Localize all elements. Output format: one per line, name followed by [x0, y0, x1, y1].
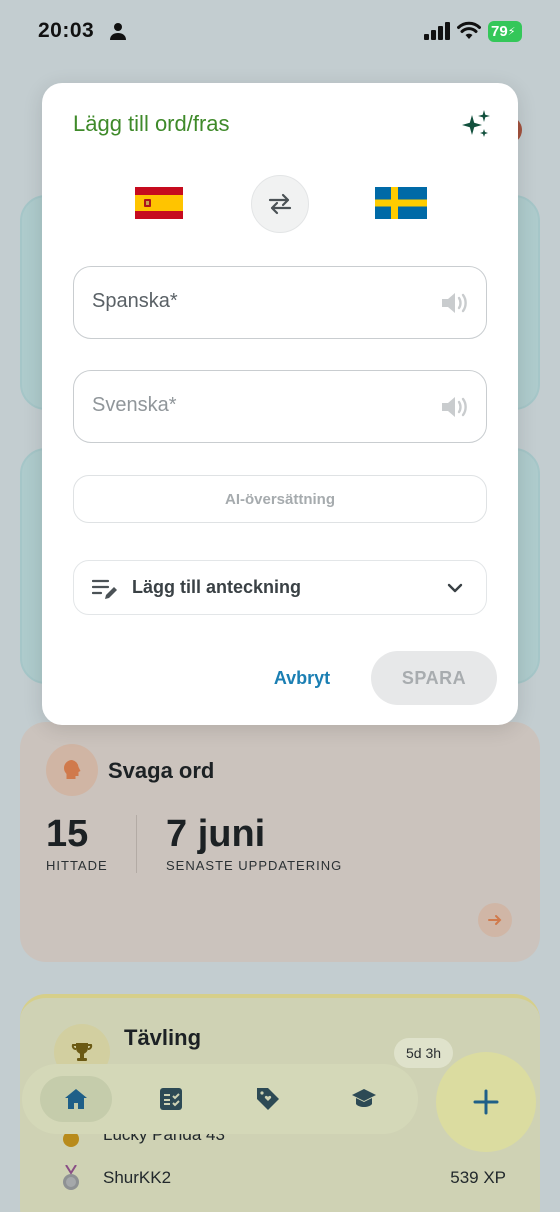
spanish-input-placeholder: Spanska* [92, 290, 178, 312]
note-edit-icon [92, 579, 117, 599]
charging-bolt-icon: ⚡ [507, 26, 516, 38]
cancel-button[interactable]: Avbryt [260, 663, 344, 693]
tags-icon[interactable] [232, 1076, 304, 1122]
leaderboard-row: ShurKK2 539 XP [56, 1163, 506, 1193]
cellular-signal-icon [424, 22, 450, 40]
speaker-icon[interactable] [440, 394, 468, 420]
chevron-down-icon [447, 583, 463, 593]
ai-translate-button[interactable]: AI-översättning [73, 475, 487, 523]
battery-indicator: 79 ⚡ [488, 21, 522, 42]
sparkle-icon[interactable] [460, 109, 492, 141]
flag-spain-icon[interactable] [135, 187, 183, 219]
add-button[interactable] [436, 1052, 536, 1152]
dialog-title: Lägg till ord/fras [73, 111, 230, 136]
flag-sweden-icon[interactable] [375, 187, 427, 219]
battery-level: 79 [491, 23, 508, 40]
brain-head-icon [46, 744, 98, 796]
person-icon [110, 23, 126, 40]
last-update-label: SENASTE UPPDATERING [166, 858, 343, 873]
status-time: 20:03 [38, 19, 95, 42]
swedish-input-placeholder: Svenska* [92, 394, 177, 416]
weak-words-card[interactable] [20, 722, 540, 962]
spanish-input[interactable]: Spanska* [73, 266, 487, 339]
found-count: 15 [46, 813, 89, 855]
silver-medal-icon [63, 1165, 79, 1190]
swap-arrows-icon [268, 193, 292, 215]
found-label: HITTADE [46, 858, 108, 873]
competition-title: Tävling [124, 1025, 202, 1050]
courses-icon[interactable] [328, 1076, 400, 1122]
home-icon[interactable] [40, 1076, 112, 1122]
status-bar: 20:03 79 ⚡ [0, 0, 560, 64]
wifi-icon [457, 21, 481, 39]
speaker-icon[interactable] [440, 290, 468, 316]
swedish-input[interactable]: Svenska* [73, 370, 487, 443]
divider [136, 815, 137, 873]
leaderboard-xp: 539 XP [450, 1168, 506, 1187]
weak-words-title: Svaga ord [108, 758, 215, 783]
plus-icon [473, 1089, 499, 1115]
time-left-badge: 5d 3h [394, 1038, 454, 1068]
swap-languages-button[interactable] [251, 175, 309, 233]
exercises-icon[interactable] [135, 1076, 207, 1122]
add-note-label: Lägg till anteckning [132, 577, 302, 597]
arrow-right-icon[interactable] [478, 903, 512, 937]
add-word-dialog: Lägg till ord/fras Spanska* Svenska* AI-… [42, 83, 518, 725]
last-update-date: 7 juni [166, 813, 266, 855]
ai-translate-label: AI-översättning [224, 490, 335, 508]
leaderboard-name: ShurKK2 [103, 1168, 172, 1187]
save-button[interactable]: SPARA [371, 651, 497, 705]
add-note-expander[interactable]: Lägg till anteckning [73, 560, 487, 615]
